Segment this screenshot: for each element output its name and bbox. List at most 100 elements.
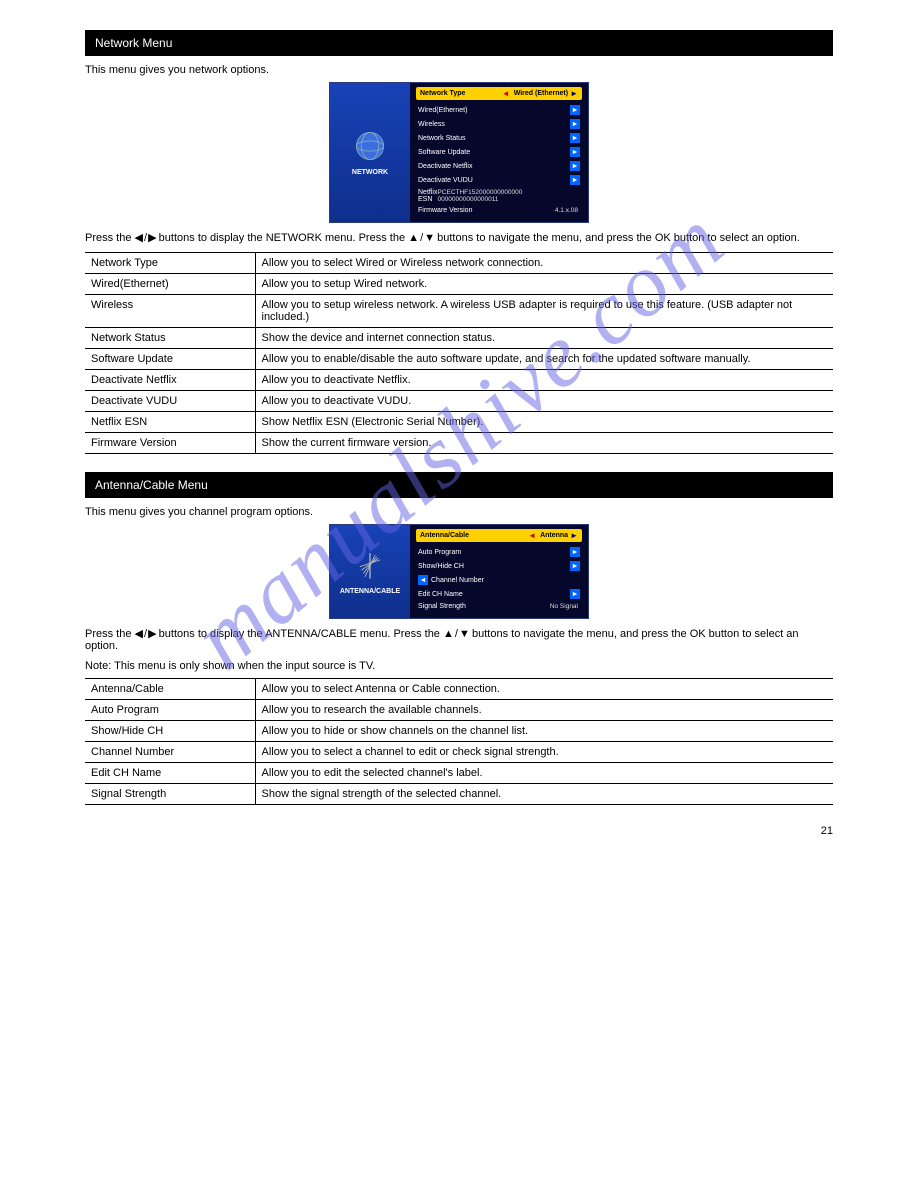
left-right-arrows-icon: ◀ / ▶ (135, 628, 156, 640)
nav-arrow-icon[interactable]: ► (570, 589, 580, 599)
menu-item-label: Wireless (418, 121, 570, 128)
menu-item-label: Wired(Ethernet) (418, 107, 570, 114)
table-row: Network StatusShow the device and intern… (85, 328, 833, 349)
menu-item-label: Software Update (418, 149, 570, 156)
menu-item-label: Signal Strength (418, 603, 550, 610)
page-number: 21 (85, 825, 833, 837)
menu-item-label: Show/Hide CH (418, 563, 570, 570)
menu-item-value: PCECTHF152000000000000 00000000000000011 (437, 189, 578, 203)
antenna-menu-screenshot: ANTENNA/CABLE Antenna/Cable ◄ Antenna ► … (329, 524, 589, 619)
menu-sidebar: ANTENNA/CABLE (330, 525, 410, 618)
table-row: Netflix ESNShow Netflix ESN (Electronic … (85, 412, 833, 433)
menu-title-row[interactable]: Antenna/Cable ◄ Antenna ► (416, 529, 582, 542)
menu-item-label: Channel Number (431, 577, 580, 584)
option-name: Firmware Version (85, 433, 255, 454)
nav-arrow-icon[interactable]: ► (570, 105, 580, 115)
menu-item[interactable]: Deactivate Netflix► (416, 159, 582, 173)
option-description: Allow you to enable/disable the auto sof… (255, 349, 833, 370)
menu-title-row[interactable]: Network Type ◄ Wired (Ethernet) ► (416, 87, 582, 100)
nav-arrow-icon[interactable]: ► (570, 133, 580, 143)
right-arrow-icon[interactable]: ► (570, 89, 578, 98)
table-row: Network TypeAllow you to select Wired or… (85, 253, 833, 274)
table-row: Deactivate NetflixAllow you to deactivat… (85, 370, 833, 391)
menu-item[interactable]: Firmware Version4.1.x.08 (416, 205, 582, 216)
option-description: Allow you to select a channel to edit or… (255, 742, 833, 763)
option-name: Antenna/Cable (85, 679, 255, 700)
menu-title-value: Wired (Ethernet) (514, 90, 568, 97)
menu-item[interactable]: Netflix ESNPCECTHF152000000000000 000000… (416, 187, 582, 205)
nav-arrow-icon[interactable]: ► (570, 161, 580, 171)
intro-text: This menu gives you channel program opti… (85, 506, 833, 518)
menu-item[interactable]: Show/Hide CH► (416, 559, 582, 573)
table-row: Deactivate VUDUAllow you to deactivate V… (85, 391, 833, 412)
menu-item[interactable]: Edit CH Name► (416, 587, 582, 601)
option-name: Channel Number (85, 742, 255, 763)
table-row: Signal StrengthShow the signal strength … (85, 784, 833, 805)
nav-arrow-icon[interactable]: ► (570, 561, 580, 571)
nav-arrow-icon[interactable]: ► (570, 147, 580, 157)
menu-item[interactable]: Signal StrengthNo Signal (416, 601, 582, 612)
intro-text: This menu gives you network options. (85, 64, 833, 76)
nav-arrow-icon[interactable]: ► (570, 175, 580, 185)
option-description: Allow you to hide or show channels on th… (255, 721, 833, 742)
nav-arrow-icon[interactable]: ► (570, 547, 580, 557)
section-header-antenna: Antenna/Cable Menu (85, 472, 833, 498)
option-description: Allow you to research the available chan… (255, 700, 833, 721)
left-arrow-icon[interactable]: ◄ (528, 531, 536, 540)
option-description: Show the current firmware version. (255, 433, 833, 454)
nav-instructions: Press the ◀ / ▶ buttons to display the N… (85, 231, 833, 244)
menu-sidebar-label: ANTENNA/CABLE (340, 588, 400, 595)
table-row: Edit CH NameAllow you to edit the select… (85, 763, 833, 784)
menu-item-label: Netflix ESN (418, 189, 437, 203)
note-text: Note: This menu is only shown when the i… (85, 660, 833, 672)
nav-arrow-icon[interactable]: ◄ (418, 575, 428, 585)
menu-sidebar: NETWORK (330, 83, 410, 222)
menu-item-value: No Signal (550, 603, 578, 610)
table-row: Firmware VersionShow the current firmwar… (85, 433, 833, 454)
nav-instructions: Press the ◀ / ▶ buttons to display the A… (85, 627, 833, 652)
option-description: Allow you to select Wired or Wireless ne… (255, 253, 833, 274)
option-description: Show the device and internet connection … (255, 328, 833, 349)
option-name: Signal Strength (85, 784, 255, 805)
menu-item-label: Firmware Version (418, 207, 555, 214)
menu-item[interactable]: Auto Program► (416, 545, 582, 559)
menu-item[interactable]: Deactivate VUDU► (416, 173, 582, 187)
option-description: Allow you to deactivate VUDU. (255, 391, 833, 412)
antenna-icon (353, 548, 387, 582)
right-arrow-icon[interactable]: ► (570, 531, 578, 540)
up-down-arrows-icon: ▲ / ▼ (408, 232, 434, 244)
menu-content: Antenna/Cable ◄ Antenna ► Auto Program►S… (410, 525, 588, 618)
option-description: Allow you to deactivate Netflix. (255, 370, 833, 391)
table-row: Auto ProgramAllow you to research the av… (85, 700, 833, 721)
option-name: Deactivate VUDU (85, 391, 255, 412)
table-row: Software UpdateAllow you to enable/disab… (85, 349, 833, 370)
option-name: Deactivate Netflix (85, 370, 255, 391)
menu-item[interactable]: Wireless► (416, 117, 582, 131)
option-name: Show/Hide CH (85, 721, 255, 742)
option-name: Auto Program (85, 700, 255, 721)
table-row: Wired(Ethernet)Allow you to setup Wired … (85, 274, 833, 295)
option-name: Edit CH Name (85, 763, 255, 784)
option-description: Show the signal strength of the selected… (255, 784, 833, 805)
menu-item[interactable]: Software Update► (416, 145, 582, 159)
option-name: Wired(Ethernet) (85, 274, 255, 295)
table-row: Antenna/CableAllow you to select Antenna… (85, 679, 833, 700)
menu-item-label: Deactivate Netflix (418, 163, 570, 170)
menu-item-label: Edit CH Name (418, 591, 570, 598)
network-menu-screenshot: NETWORK Network Type ◄ Wired (Ethernet) … (329, 82, 589, 223)
option-description: Show Netflix ESN (Electronic Serial Numb… (255, 412, 833, 433)
option-description: Allow you to setup Wired network. (255, 274, 833, 295)
menu-item[interactable]: ◄Channel Number (416, 573, 582, 587)
menu-content: Network Type ◄ Wired (Ethernet) ► Wired(… (410, 83, 588, 222)
option-name: Wireless (85, 295, 255, 328)
menu-title-label: Antenna/Cable (420, 532, 526, 539)
menu-item[interactable]: Network Status► (416, 131, 582, 145)
left-arrow-icon[interactable]: ◄ (502, 89, 510, 98)
menu-item-value: 4.1.x.08 (555, 207, 578, 214)
option-description: Allow you to select Antenna or Cable con… (255, 679, 833, 700)
menu-title-label: Network Type (420, 90, 500, 97)
left-right-arrows-icon: ◀ / ▶ (135, 232, 156, 244)
nav-arrow-icon[interactable]: ► (570, 119, 580, 129)
menu-item[interactable]: Wired(Ethernet)► (416, 103, 582, 117)
table-row: Show/Hide CHAllow you to hide or show ch… (85, 721, 833, 742)
